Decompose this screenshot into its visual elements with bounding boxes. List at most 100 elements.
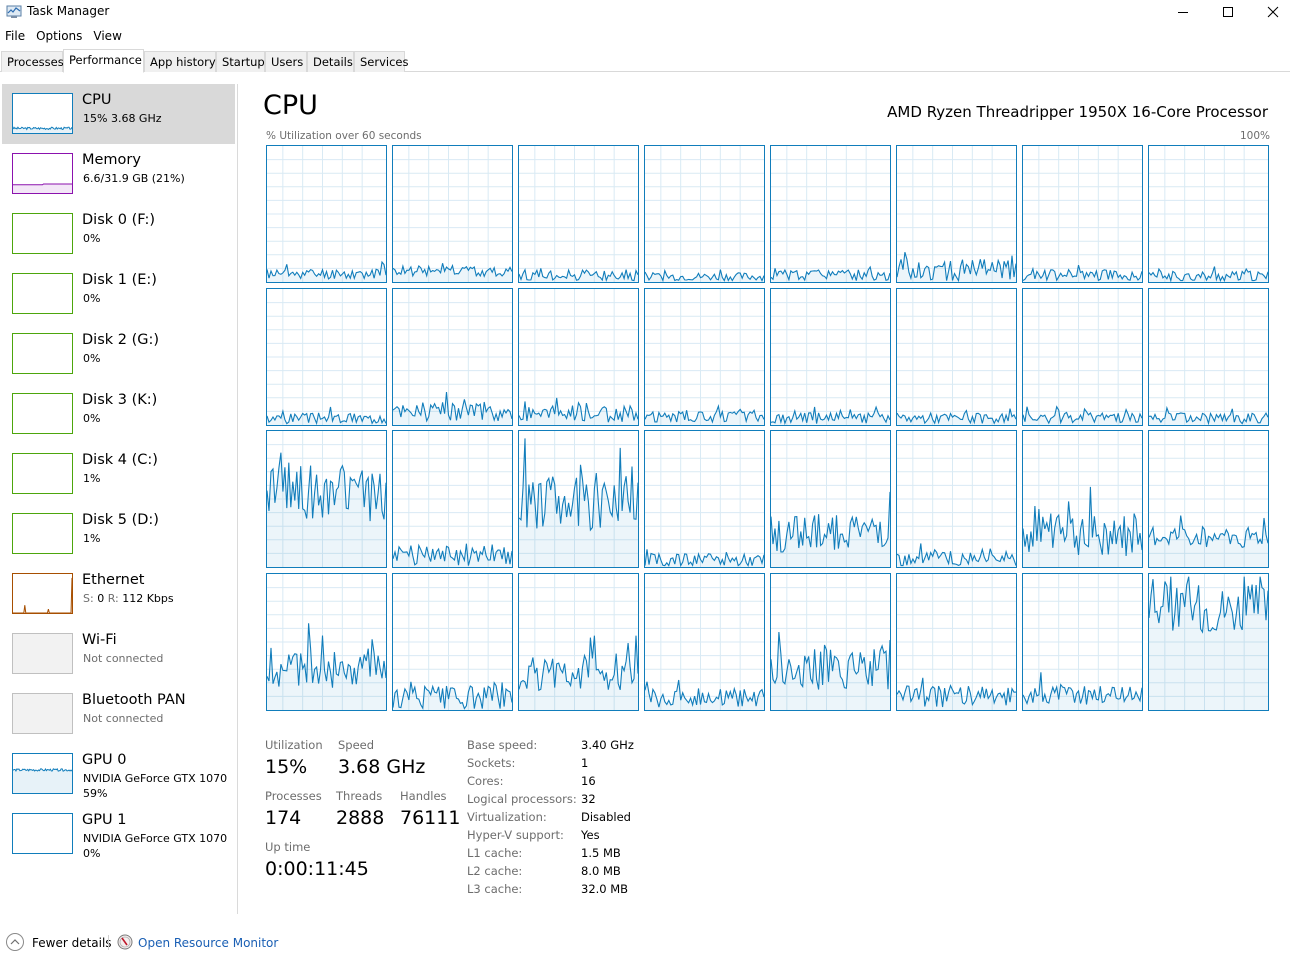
processes-label: Processes: [265, 789, 322, 803]
handles-value: 76111: [400, 807, 461, 829]
logical-processor-graph-20: [770, 430, 891, 568]
sidebar-item-subtitle: NVIDIA GeForce GTX 1070 59%: [83, 771, 227, 801]
ethernet-sub-send-label: S:: [83, 592, 94, 605]
threads-label: Threads: [336, 789, 383, 803]
sidebar-item-title: GPU 0: [82, 752, 127, 768]
ethernet-sub-recv: 112 Kbps: [122, 592, 174, 605]
tab-users[interactable]: Users: [265, 51, 307, 72]
sidebar-item-disk-5-d[interactable]: Disk 5 (D:) 1%: [2, 504, 235, 564]
sidebar-item-disk-1-e[interactable]: Disk 1 (E:) 0%: [2, 264, 235, 324]
sidebar-item-title: Disk 1 (E:): [82, 272, 157, 288]
sidebar-item-memory[interactable]: Memory 6.6/31.9 GB (21%): [2, 144, 235, 204]
uptime-label: Up time: [265, 840, 311, 854]
tab-performance[interactable]: Performance: [63, 49, 144, 73]
minimize-button[interactable]: [1160, 0, 1206, 24]
sidebar-item-detail: NVIDIA GeForce GTX 1070: [83, 832, 228, 845]
tab-processes[interactable]: Processes: [1, 51, 64, 72]
sidebar-item-wi-fi[interactable]: Wi-Fi Not connected: [2, 624, 235, 684]
menu-options[interactable]: Options: [31, 27, 88, 47]
title-bar: Task Manager: [0, 0, 1290, 24]
sidebar-item-title: GPU 1: [82, 812, 127, 828]
resource-sidebar: CPU 15% 3.68 GHz Memory 6.6/31.9 GB (21%) Di…: [0, 84, 238, 914]
chevron-up-icon[interactable]: [6, 933, 24, 951]
sidebar-thumbnail-graph: [12, 213, 73, 254]
fewer-details-button[interactable]: Fewer details: [32, 936, 112, 950]
sidebar-item-title: Disk 3 (K:): [82, 392, 158, 408]
logical-processor-graph-25: [392, 572, 513, 711]
sidebar-item-title: Disk 0 (F:): [82, 212, 156, 228]
sidebar-item-detail: 15% 3.68 GHz: [83, 112, 162, 125]
sidebar-item-subtitle: 0%: [83, 231, 100, 246]
utilization-area: [771, 491, 890, 567]
spec-value: 1: [581, 756, 589, 770]
page-title: CPU: [263, 90, 318, 121]
menu-view[interactable]: View: [88, 27, 127, 47]
sidebar-thumbnail-graph: [12, 753, 73, 794]
sidebar-item-bluetooth-pan[interactable]: Bluetooth PAN Not connected: [2, 684, 235, 744]
spec-value: 1.5 MB: [581, 846, 621, 860]
thumbnail-area: [13, 184, 72, 193]
logical-processor-graph-3: [644, 145, 765, 283]
resource-monitor-icon: [117, 934, 133, 950]
sidebar-item-title: Disk 4 (C:): [82, 452, 158, 468]
logical-processor-graph-28: [770, 572, 891, 711]
logical-processor-graph-13: [896, 287, 1017, 426]
maximize-button[interactable]: [1205, 0, 1251, 24]
sidebar-item-detail: 0%: [83, 412, 101, 425]
sidebar-item-detail: 6.6/31.9 GB (21%): [83, 172, 185, 185]
sidebar-item-cpu[interactable]: CPU 15% 3.68 GHz: [2, 84, 235, 144]
utilization-area: [1149, 266, 1268, 282]
sidebar-item-detail: NVIDIA GeForce GTX 1070: [83, 772, 228, 785]
sidebar-item-title: Wi-Fi: [82, 632, 117, 648]
tab-startup[interactable]: Startup: [216, 51, 265, 72]
footer: Fewer details Open Resource Monitor: [0, 930, 400, 956]
graph-max-label: 100%: [1239, 130, 1270, 142]
tab-details[interactable]: Details: [307, 51, 354, 72]
sidebar-item-subtitle: 0%: [83, 291, 100, 306]
sidebar-item-subtitle: 0%: [83, 411, 100, 426]
sidebar-item-subtitle: 15% 3.68 GHz: [83, 111, 162, 126]
logical-processor-graph-6: [1022, 145, 1143, 283]
sidebar-item-gpu-0[interactable]: GPU 0 NVIDIA GeForce GTX 1070 59%: [2, 744, 235, 804]
close-button[interactable]: [1250, 0, 1290, 24]
menu-file[interactable]: File: [0, 27, 31, 47]
logical-processor-graph-19: [644, 430, 765, 568]
sidebar-item-subtitle: NVIDIA GeForce GTX 1070 0%: [83, 831, 227, 861]
speed-value: 3.68 GHz: [338, 756, 426, 778]
threads-value: 2888: [336, 807, 385, 829]
logical-processor-graph-10: [518, 287, 639, 426]
sidebar-item-percent: 0%: [83, 847, 101, 860]
sidebar-item-disk-3-k[interactable]: Disk 3 (K:) 0%: [2, 384, 235, 444]
tab-services[interactable]: Services: [354, 51, 409, 72]
tab-app-history[interactable]: App history: [144, 51, 216, 72]
spec-value: 16: [581, 774, 596, 788]
sidebar-item-title: Disk 2 (G:): [82, 332, 160, 348]
utilization-area: [1149, 515, 1268, 567]
logical-processor-graph-7: [1148, 145, 1269, 283]
sidebar-item-ethernet[interactable]: Ethernet S: 0 R: 112 Kbps: [2, 564, 235, 624]
graph-caption: % Utilization over 60 seconds: [266, 130, 422, 142]
utilization-label: Utilization: [265, 738, 323, 752]
sidebar-item-disk-0-f[interactable]: Disk 0 (F:) 0%: [2, 204, 235, 264]
logical-processor-graph-22: [1022, 430, 1143, 568]
sidebar-item-subtitle: 1%: [83, 531, 100, 546]
logical-processor-graph-5: [896, 145, 1017, 283]
open-resource-monitor-link[interactable]: Open Resource Monitor: [138, 936, 278, 950]
logical-processor-graph-29: [896, 572, 1017, 711]
spec-value: Disabled: [581, 810, 631, 824]
ethernet-sub-recv-label: R:: [107, 592, 119, 605]
sidebar-item-detail: Not connected: [83, 652, 164, 665]
sidebar-thumbnail-graph: [12, 573, 73, 614]
sidebar-item-subtitle: 6.6/31.9 GB (21%): [83, 171, 185, 186]
sidebar-item-gpu-1[interactable]: GPU 1 NVIDIA GeForce GTX 1070 0%: [2, 804, 235, 864]
footer-divider: [108, 935, 109, 950]
sidebar-item-disk-2-g[interactable]: Disk 2 (G:) 0%: [2, 324, 235, 384]
spec-value: 32: [581, 792, 596, 806]
sidebar-item-detail: 0%: [83, 232, 101, 245]
sidebar-item-title: Memory: [82, 152, 141, 168]
sidebar-item-subtitle: S: 0 R: 112 Kbps: [83, 591, 174, 606]
logical-processor-graph-26: [518, 572, 639, 711]
sidebar-item-disk-4-c[interactable]: Disk 4 (C:) 1%: [2, 444, 235, 504]
ethernet-sub-send: 0: [97, 592, 105, 605]
thumbnail-area: [13, 577, 72, 613]
